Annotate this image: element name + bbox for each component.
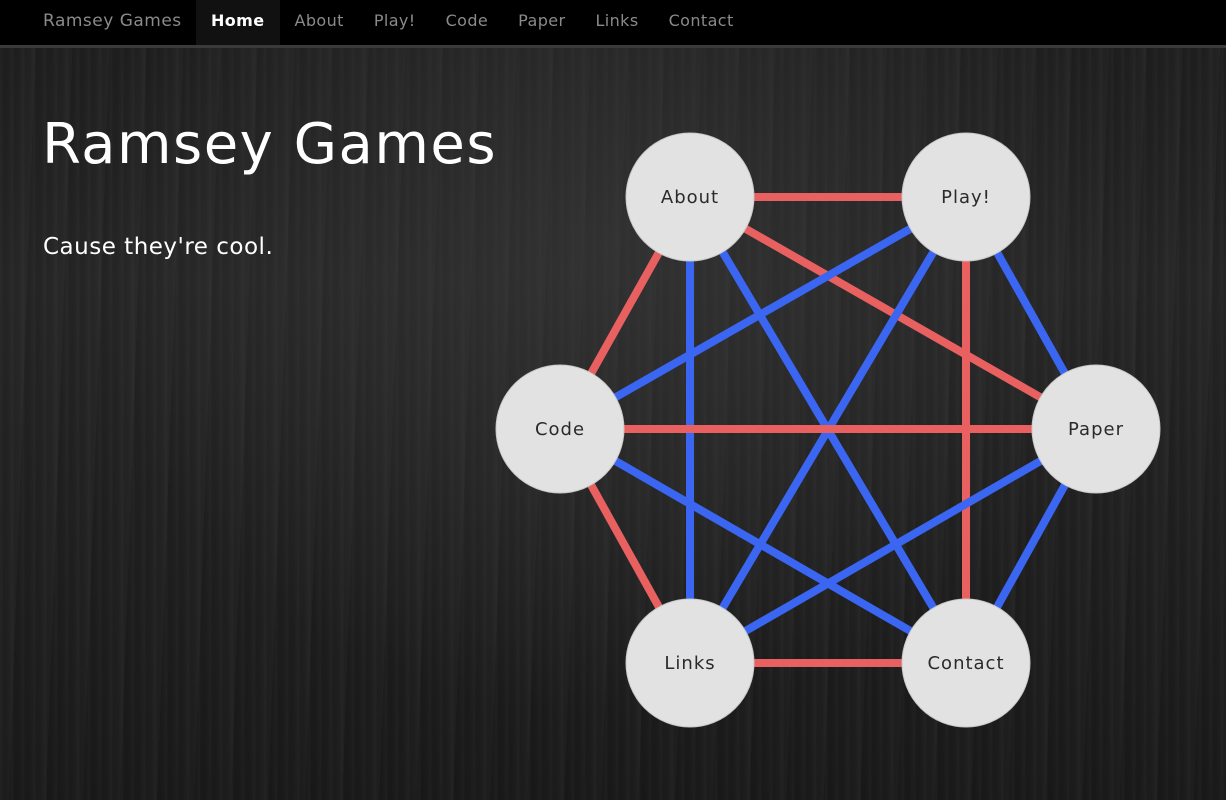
page: Ramsey Games Home About Play! Code Paper…: [0, 0, 1226, 800]
node-label-paper: Paper: [1068, 419, 1124, 440]
node-links[interactable]: Links: [625, 598, 755, 728]
node-label-links: Links: [664, 653, 715, 674]
node-label-about: About: [661, 187, 719, 208]
graph-edges: [556, 193, 1100, 667]
node-contact[interactable]: Contact: [901, 598, 1031, 728]
node-label-code: Code: [535, 419, 585, 440]
node-paper[interactable]: Paper: [1031, 364, 1161, 494]
node-label-play: Play!: [941, 187, 991, 208]
node-code[interactable]: Code: [495, 364, 625, 494]
node-label-contact: Contact: [927, 653, 1004, 674]
graph-diagram: About Play! Code Paper Links Contact: [495, 132, 1161, 728]
node-about[interactable]: About: [625, 132, 755, 262]
node-play[interactable]: Play!: [901, 132, 1031, 262]
